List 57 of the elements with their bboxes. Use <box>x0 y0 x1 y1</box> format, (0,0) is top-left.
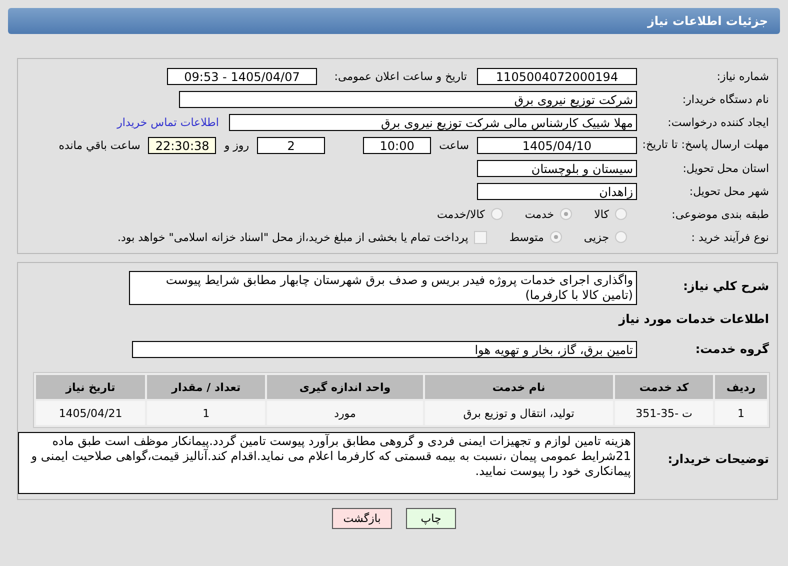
column-header: تاریخ نیاز <box>36 375 146 399</box>
remaining-time-field: 22:30:38 <box>148 136 216 154</box>
table-cell: 1405/04/21 <box>36 401 146 425</box>
announce-date-field: 1405/04/07 - 09:53 <box>167 68 317 84</box>
page-title: جزئیات اطلاعات نیاز <box>647 14 768 28</box>
column-header: کد خدمت <box>614 375 713 399</box>
summary-textarea: واگذاری اجرای خدمات پروژه فیدر بریس و صدف برق شهرستان چابهار مطابق شرایط پیوست (تامین کالا با کارفرما) <box>129 271 637 305</box>
table-cell: مورد <box>267 401 423 425</box>
field-label: طبقه بندی موضوعی: <box>670 208 770 220</box>
column-header: تعداد / مقدار <box>147 375 266 399</box>
time-label: ساعت <box>438 138 470 152</box>
checkbox[interactable] <box>474 230 488 244</box>
back-button[interactable]: بازگشت <box>332 508 392 529</box>
field-label: نوع فرآیند خرید : <box>690 230 770 244</box>
province-field: سیستان و بلوچستان <box>477 160 637 176</box>
radio-button[interactable] <box>550 231 562 243</box>
service-group-field: تامین برق، گاز، بخار و تهویه هوا <box>132 340 637 358</box>
deadline-time-field: 10:00 <box>363 136 432 154</box>
days-field: 2 <box>257 136 326 154</box>
field-label: شرح کلي نياز: <box>682 278 770 293</box>
print-button[interactable]: چاپ <box>406 508 456 529</box>
city-field: زاهدان <box>477 182 637 200</box>
radio-label: خدمت <box>524 208 554 220</box>
checkbox-label: پرداخت تمام یا بخشی از مبلغ خرید،از محل "اسناد خزانه اسلامی" خواهد بود. <box>118 230 468 244</box>
field-label: تاریخ و ساعت اعلان عمومی: <box>333 70 468 82</box>
radio-label: متوسط <box>509 230 544 244</box>
field-label: ایجاد کننده درخواست: <box>666 116 770 128</box>
section-title: اطلاعات خدمات مورد نياز <box>618 312 770 326</box>
field-label: شهر محل تحویل: <box>688 184 770 198</box>
field-label: توضیحات خریدار: <box>666 451 770 466</box>
radio-button[interactable] <box>615 231 627 243</box>
radio-label: جزیی <box>584 230 609 244</box>
table-cell: ت -35-351 <box>614 401 713 425</box>
radio-button[interactable] <box>560 208 572 220</box>
table-cell: 1 <box>714 401 767 425</box>
buyer-org-field: شرکت توزیع نیروی برق <box>179 90 637 108</box>
field-label: شماره نیاز: <box>716 70 770 82</box>
column-header: نام خدمت <box>424 375 613 399</box>
creator-field: مهلا شییک کارشناس مالی شرکت توزیع نیروی برق <box>229 114 637 130</box>
table-cell: 1 <box>147 401 266 425</box>
radio-button[interactable] <box>615 208 627 220</box>
need-number-field: 1105004072000194 <box>477 68 637 84</box>
field-label: نام دستگاه خریدار: <box>681 92 770 106</box>
buyer-notes-textarea: هزینه تامین لوازم و تجهیزات ایمنی فردی و گروهی مطابق برآورد پیوست تامین گردد.پیمانکار موظف است طبق ماده 21شرایط عمومی پیمان ،نسبت به بیمه قسمتی که کارفرما اعلام می نماید.اقدام کند.آنالیز قیمت،گواهی صلاحیت ایمنی و پیمانکاری خود را پیوست نمایید. <box>18 432 635 494</box>
field-label: گروه خدمت: <box>694 342 770 356</box>
radio-label: کالا <box>594 208 609 220</box>
field-label: مهلت ارسال پاسخ: تا تاریخ: <box>641 138 770 152</box>
radio-button[interactable] <box>490 208 503 220</box>
table-cell: تولید، انتقال و توزیع برق <box>424 401 613 425</box>
deadline-date-field: 1405/04/10 <box>477 136 637 154</box>
radio-label: کالا/خدمت <box>437 208 485 220</box>
remaining-label: ساعت باقي مانده <box>58 138 142 152</box>
days-label: روز و <box>222 138 250 152</box>
field-label: استان محل تحویل: <box>682 162 770 174</box>
column-header: ردیف <box>714 375 767 399</box>
column-header: واحد اندازه گیری <box>267 375 423 399</box>
buyer-contact-link[interactable]: اطلاعات تماس خریدار <box>117 116 225 128</box>
